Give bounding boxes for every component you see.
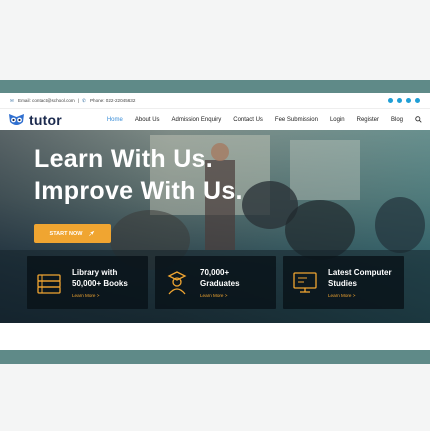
books-icon — [37, 273, 61, 294]
bottom-band — [0, 350, 430, 364]
twitter-icon[interactable] — [388, 98, 393, 103]
computer-icon — [293, 271, 317, 293]
hero-banner: Learn With Us. Improve With Us. START NO… — [0, 130, 430, 323]
search-icon[interactable] — [415, 116, 422, 123]
feature-card-library[interactable]: Library with 50,000+ Books Learn More > — [27, 256, 148, 309]
instagram-icon[interactable] — [406, 98, 411, 103]
hero-headline: Learn With Us. Improve With Us. — [34, 143, 243, 207]
facebook-icon[interactable] — [397, 98, 402, 103]
screenshot-frame: ✉ Email: contact@school.com | ✆ Phone: 0… — [0, 0, 430, 431]
feature-title-line2: Studies — [328, 279, 357, 288]
feature-title-line2: Graduates — [200, 279, 240, 288]
feature-cards: Library with 50,000+ Books Learn More > … — [27, 256, 407, 311]
feature-text: 70,000+ Graduates Learn More > — [200, 267, 240, 298]
feature-title-line1: Library with — [72, 268, 118, 277]
nav-admission-enquiry[interactable]: Admission Enquiry — [172, 117, 222, 123]
graduate-icon — [167, 270, 187, 294]
feature-title-line1: 70,000+ — [200, 268, 230, 277]
learn-more-link[interactable]: Learn More > — [200, 293, 240, 298]
start-now-button[interactable]: START NOW — [34, 224, 111, 243]
nav-fee-submission[interactable]: Fee Submission — [275, 117, 318, 123]
nav-register[interactable]: Register — [357, 117, 379, 123]
nav-contact-us[interactable]: Contact Us — [233, 117, 263, 123]
top-band — [0, 80, 430, 93]
nav-about-us[interactable]: About Us — [135, 117, 160, 123]
phone-text[interactable]: Phone: 022-22045632 — [90, 98, 135, 103]
contact-info: ✉ Email: contact@school.com | ✆ Phone: 0… — [10, 98, 135, 103]
feature-title-line2: 50,000+ Books — [72, 279, 128, 288]
email-text[interactable]: Email: contact@school.com — [18, 98, 75, 103]
top-contact-bar: ✉ Email: contact@school.com | ✆ Phone: 0… — [0, 93, 430, 108]
rocket-icon — [89, 230, 95, 236]
website: ✉ Email: contact@school.com | ✆ Phone: 0… — [0, 93, 430, 350]
site-logo[interactable]: tutor — [8, 112, 62, 128]
hero-line-2: Improve With Us. — [34, 177, 243, 205]
hero-bottom-strip — [0, 323, 430, 350]
start-now-label: START NOW — [49, 230, 83, 237]
nav-login[interactable]: Login — [330, 117, 345, 123]
phone-icon: ✆ — [81, 97, 86, 103]
youtube-icon[interactable] — [415, 98, 420, 103]
feature-card-computer[interactable]: Latest Computer Studies Learn More > — [283, 256, 404, 309]
learn-more-link[interactable]: Learn More > — [72, 293, 128, 298]
feature-card-graduates[interactable]: 70,000+ Graduates Learn More > — [155, 256, 276, 309]
feature-title-line1: Latest Computer — [328, 268, 392, 277]
feature-text: Library with 50,000+ Books Learn More > — [72, 267, 128, 298]
hero-line-1: Learn With Us. — [34, 145, 213, 173]
email-icon: ✉ — [10, 97, 14, 103]
nav-menu: Home About Us Admission Enquiry Contact … — [107, 116, 422, 123]
feature-text: Latest Computer Studies Learn More > — [328, 267, 392, 298]
nav-blog[interactable]: Blog — [391, 117, 403, 123]
social-links — [388, 98, 420, 103]
nav-home[interactable]: Home — [107, 117, 123, 123]
owl-logo-icon — [9, 113, 24, 125]
separator: | — [77, 98, 79, 103]
main-navigation: tutor Home About Us Admission Enquiry Co… — [0, 108, 430, 130]
brand-name: tutor — [29, 111, 62, 128]
learn-more-link[interactable]: Learn More > — [328, 293, 392, 298]
